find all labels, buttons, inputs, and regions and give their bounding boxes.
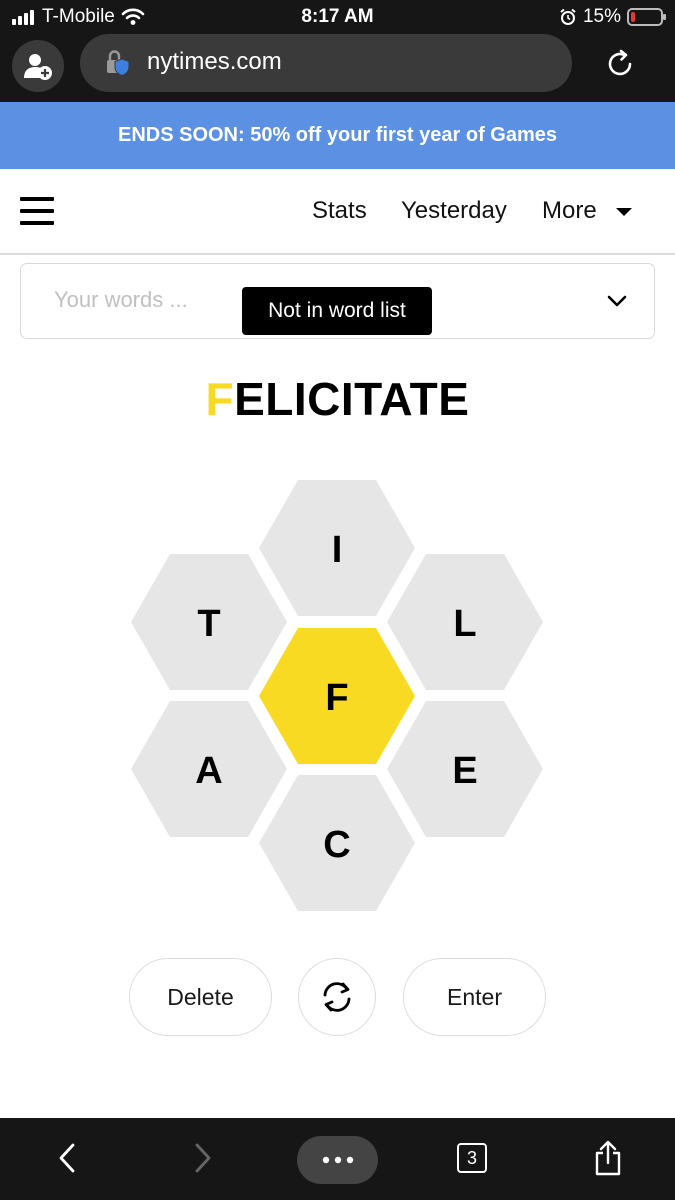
share-button[interactable] [588, 1136, 628, 1180]
profile-button[interactable] [12, 40, 64, 92]
hex-upper-left-letter: T [197, 603, 220, 645]
letter-hive: I T L F A E C [0, 470, 675, 920]
alarm-icon [560, 8, 576, 25]
nav-more[interactable]: More [542, 197, 597, 225]
more-icon [322, 1156, 353, 1164]
reload-icon [608, 49, 632, 76]
nav-yesterday[interactable]: Yesterday [401, 197, 507, 225]
hex-bottom[interactable]: C [259, 775, 415, 911]
hex-lower-right-letter: E [452, 750, 477, 792]
enter-button[interactable]: Enter [403, 958, 546, 1036]
caret-down-icon[interactable] [616, 208, 632, 216]
forward-button[interactable] [186, 1136, 220, 1180]
not-in-word-list-toast: Not in word list [242, 287, 432, 335]
hive-svg: I T L F A E C [131, 480, 543, 911]
nav-stats[interactable]: Stats [312, 197, 367, 225]
hex-top-letter: I [332, 529, 343, 571]
tabs-count: 3 [466, 1147, 477, 1168]
forward-icon [195, 1143, 211, 1173]
input-rest: ELICITATE [234, 373, 470, 425]
more-menu-button[interactable] [297, 1136, 378, 1184]
lock-shield-icon [107, 50, 130, 77]
hex-lower-left-letter: A [195, 750, 222, 792]
battery-percent: 15% [582, 6, 621, 27]
toast-text: Not in word list [268, 299, 406, 322]
game-controls: Delete Enter [0, 958, 675, 1036]
hex-center[interactable]: F [259, 628, 415, 764]
delete-label: Delete [167, 983, 234, 1010]
hex-upper-right-letter: L [453, 603, 476, 645]
battery-icon [627, 8, 666, 26]
share-icon [595, 1140, 621, 1176]
current-input-word: FELICITATE [0, 372, 675, 426]
promo-banner[interactable]: ENDS SOON: 50% off your first year of Ga… [0, 102, 675, 169]
hex-center-letter: F [325, 677, 348, 719]
hex-lower-right[interactable]: E [387, 701, 543, 837]
browser-toolbar: 3 [0, 1118, 675, 1200]
hamburger-menu-icon[interactable] [20, 197, 54, 227]
delete-button[interactable]: Delete [129, 958, 272, 1036]
hex-lower-left[interactable]: A [131, 701, 287, 837]
word-list-placeholder: Your words ... [54, 287, 188, 312]
reload-button[interactable] [598, 42, 642, 86]
input-center-letter: F [205, 373, 235, 425]
url-text: nytimes.com [147, 48, 282, 75]
status-bar: T-Mobile 8:17 AM 15% [0, 0, 675, 34]
hex-top[interactable]: I [259, 480, 415, 616]
shuffle-icon [323, 982, 351, 1012]
shuffle-button[interactable] [298, 958, 376, 1036]
promo-banner-text: ENDS SOON: 50% off your first year of Ga… [117, 124, 557, 146]
game-nav: Stats Yesterday More [0, 169, 675, 255]
hex-upper-right[interactable]: L [387, 554, 543, 690]
profile-icon [24, 54, 52, 80]
back-button[interactable] [50, 1136, 84, 1180]
tabs-button[interactable]: 3 [452, 1136, 492, 1180]
status-right: 15% [559, 6, 666, 28]
url-field[interactable]: nytimes.com [80, 34, 572, 92]
hex-upper-left[interactable]: T [131, 554, 287, 690]
tabs-icon: 3 [457, 1143, 487, 1173]
enter-label: Enter [447, 983, 502, 1010]
battery-level [631, 12, 635, 22]
browser-url-bar: nytimes.com [0, 34, 675, 102]
back-icon [59, 1143, 75, 1173]
chevron-down-icon[interactable] [606, 290, 628, 312]
hex-bottom-letter: C [323, 824, 350, 866]
page: T-Mobile 8:17 AM 15% nytimes.com ENDS SO… [0, 0, 675, 1200]
